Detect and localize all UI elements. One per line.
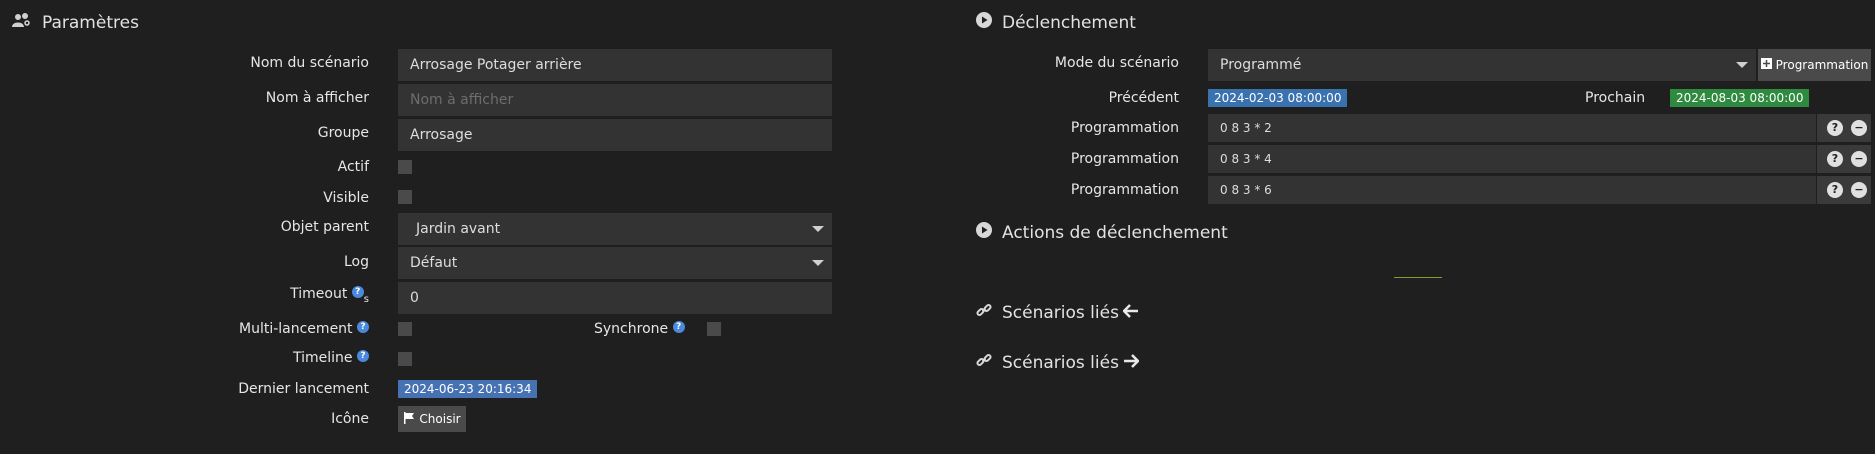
caret-down-icon	[812, 260, 824, 266]
linked-in-title: Scénarios liés	[1002, 302, 1119, 323]
actions-title: Actions de déclenchement	[1002, 222, 1228, 243]
arrow-right-icon	[1123, 353, 1140, 373]
log-label: Log	[343, 254, 369, 270]
icon-label: Icône	[331, 411, 369, 427]
mode-select-value: Programmé	[1220, 57, 1302, 73]
programmation-input[interactable]: 0 8 3 * 2	[1208, 114, 1816, 142]
programmation-label: Programmation	[1070, 182, 1179, 198]
question-circle-icon[interactable]: ?	[672, 321, 685, 333]
programmation-input[interactable]: 0 8 3 * 4	[1208, 145, 1816, 173]
add-programmation-label: Programmation	[1775, 58, 1869, 72]
scenario-name-input[interactable]: Arrosage Potager arrière	[398, 49, 832, 81]
linked-in-header: Scénarios liés	[976, 302, 1139, 323]
caret-down-icon	[812, 226, 824, 232]
display-name-label: Nom à afficher	[265, 90, 369, 106]
choose-icon-button[interactable]: Choisir	[398, 406, 466, 432]
parametres-title: Paramètres	[42, 12, 139, 33]
timeout-label: Timeout ?s	[290, 286, 369, 305]
last-run-label: Dernier lancement	[238, 381, 369, 397]
add-programmation-button[interactable]: Programmation	[1758, 49, 1871, 81]
programmation-actions: ? −	[1817, 145, 1871, 173]
linked-out-title: Scénarios liés	[1002, 352, 1119, 373]
group-input[interactable]: Arrosage	[398, 119, 832, 151]
log-select[interactable]: Défaut	[398, 247, 832, 279]
previous-label: Précédent	[1108, 90, 1179, 106]
next-badge: 2024-08-03 08:00:00	[1670, 89, 1810, 107]
plus-square-icon	[1760, 58, 1772, 72]
link-icon	[976, 302, 992, 323]
minus-circle-icon[interactable]: −	[1851, 151, 1867, 167]
timeline-checkbox[interactable]	[398, 352, 412, 366]
sync-checkbox[interactable]	[707, 322, 721, 336]
caret-down-icon	[1736, 62, 1748, 68]
active-label: Actif	[337, 159, 369, 175]
multi-checkbox[interactable]	[398, 322, 412, 336]
link-icon	[976, 352, 992, 373]
question-circle-icon[interactable]: ?	[351, 286, 364, 298]
programmation-label: Programmation	[1070, 120, 1179, 136]
active-checkbox[interactable]	[398, 160, 412, 174]
question-circle-icon[interactable]: ?	[1827, 151, 1843, 167]
question-circle-icon[interactable]: ?	[1827, 120, 1843, 136]
mode-select[interactable]: Programmé	[1208, 49, 1756, 81]
scenario-name-label: Nom du scénario	[250, 55, 369, 71]
programmation-actions: ? −	[1817, 114, 1871, 142]
programmation-input[interactable]: 0 8 3 * 6	[1208, 176, 1816, 204]
question-circle-icon[interactable]: ?	[357, 321, 369, 333]
mode-label: Mode du scénario	[1054, 55, 1179, 71]
timeline-label: Timeline ?	[293, 350, 369, 366]
minus-circle-icon[interactable]: −	[1851, 120, 1867, 136]
minus-circle-icon[interactable]: −	[1851, 182, 1867, 198]
parametres-header: Paramètres	[12, 12, 139, 33]
next-label: Prochain	[1585, 90, 1646, 106]
timeout-unit: s	[363, 294, 369, 305]
timeout-label-text: Timeout	[290, 286, 348, 302]
question-circle-icon[interactable]: ?	[1827, 182, 1843, 198]
group-label: Groupe	[317, 125, 369, 141]
timeline-label-text: Timeline	[293, 350, 353, 366]
multi-label: Multi-lancement ?	[239, 321, 369, 337]
users-cog-icon	[12, 12, 32, 33]
last-run-badge: 2024-06-23 20:16:34	[398, 380, 538, 398]
programmation-label: Programmation	[1070, 151, 1179, 167]
sync-label-text: Synchrone	[594, 321, 669, 337]
declenchement-header: Déclenchement	[976, 12, 1136, 33]
multi-label-text: Multi-lancement	[239, 321, 353, 337]
flag-icon	[403, 411, 415, 427]
sync-label: Synchrone ?	[594, 321, 685, 337]
play-circle-icon	[976, 222, 992, 243]
programmation-actions: ? −	[1817, 176, 1871, 204]
parent-select[interactable]: Jardin avant	[398, 213, 832, 245]
visible-label: Visible	[323, 190, 369, 206]
display-name-input[interactable]: Nom à afficher	[398, 84, 832, 116]
play-circle-icon	[976, 12, 992, 33]
timeout-input[interactable]: 0	[398, 282, 832, 314]
actions-header: Actions de déclenchement	[976, 222, 1228, 243]
log-select-value: Défaut	[410, 255, 458, 271]
previous-badge: 2024-02-03 08:00:00	[1208, 89, 1348, 107]
divider	[1394, 277, 1442, 278]
arrow-left-icon	[1122, 303, 1139, 323]
declenchement-title: Déclenchement	[1002, 12, 1136, 33]
question-circle-icon[interactable]: ?	[357, 350, 369, 362]
parent-label: Objet parent	[280, 219, 369, 235]
parent-select-value: Jardin avant	[416, 221, 501, 237]
visible-checkbox[interactable]	[398, 190, 412, 204]
linked-out-header: Scénarios liés	[976, 352, 1140, 373]
choose-icon-label: Choisir	[419, 412, 461, 426]
